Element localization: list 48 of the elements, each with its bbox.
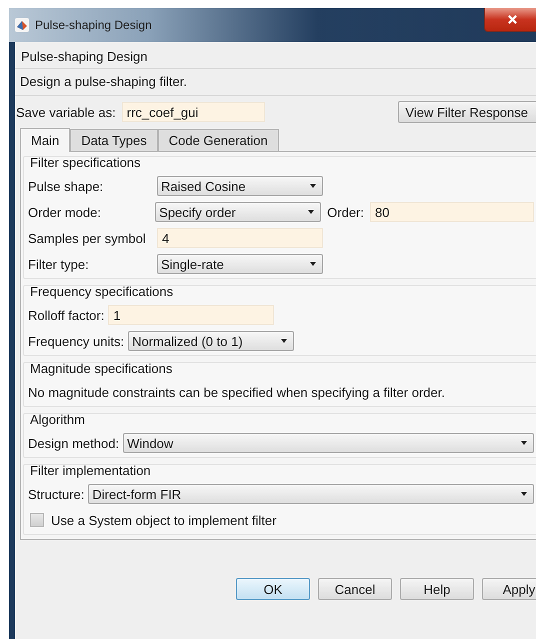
checkbox-label: Use a System object to implement filter — [51, 512, 276, 528]
dialog-heading: Pulse-shaping Design — [15, 45, 536, 69]
dropdown[interactable]: Normalized (0 to 1) — [128, 331, 294, 351]
dialog-button[interactable]: OK — [236, 578, 310, 600]
dialog-button[interactable]: Help — [400, 578, 474, 600]
field-label: Order mode: — [28, 204, 102, 220]
field-label: Pulse shape: — [28, 178, 104, 194]
dialog-description: Design a pulse-shaping filter. — [15, 69, 536, 96]
caret-icon — [281, 339, 288, 343]
dropdown[interactable]: Window — [123, 433, 534, 453]
dropdown[interactable]: Direct-form FIR — [88, 484, 534, 504]
field-label: Filter type: — [28, 256, 90, 272]
group-title: Frequency specifications — [29, 284, 174, 299]
info-text: No magnitude constraints can be specified when specifying a filter order. — [28, 384, 445, 400]
dialog-button[interactable]: Apply — [482, 578, 536, 600]
app-icon — [15, 18, 29, 32]
view-filter-response-button[interactable]: View Filter Response — [398, 101, 536, 123]
dropdown[interactable]: Specify order — [155, 202, 322, 222]
field-label: Design method: — [28, 436, 120, 450]
checkbox[interactable] — [30, 513, 44, 527]
tab[interactable]: Data Types — [70, 129, 158, 151]
group-title: Filter specifications — [29, 155, 142, 170]
group-title: Filter implementation — [29, 463, 152, 478]
window-title: Pulse-shaping Design — [35, 18, 152, 32]
field-label: Structure: — [28, 486, 86, 502]
input-field[interactable]: 4 — [157, 228, 323, 248]
dialog-button[interactable]: Cancel — [318, 578, 392, 600]
caret-icon — [521, 492, 527, 496]
field-label: Rolloff factor: — [28, 308, 106, 322]
dropdown[interactable]: Raised Cosine — [157, 176, 323, 196]
close-icon — [506, 14, 518, 25]
group-title: Algorithm — [29, 412, 86, 427]
input-field[interactable]: 1 — [108, 305, 274, 325]
tab[interactable]: Main — [20, 128, 70, 152]
close-button[interactable] — [484, 8, 536, 32]
field-label: Order: — [327, 204, 364, 220]
dropdown[interactable]: Single-rate — [157, 254, 323, 274]
variable-name-field[interactable]: rrc_coef_gui — [122, 102, 265, 122]
caret-icon — [521, 441, 527, 445]
input-field[interactable]: 80 — [370, 202, 534, 222]
field-label: Samples per symbol — [28, 230, 147, 246]
caret-icon — [310, 262, 316, 266]
tab[interactable]: Code Generation — [158, 129, 279, 151]
save-variable-label: Save variable as: — [16, 104, 116, 120]
field-label: Frequency units: — [28, 334, 126, 348]
caret-icon — [308, 210, 314, 214]
group-title: Magnitude specifications — [29, 361, 174, 376]
caret-icon — [310, 184, 316, 188]
